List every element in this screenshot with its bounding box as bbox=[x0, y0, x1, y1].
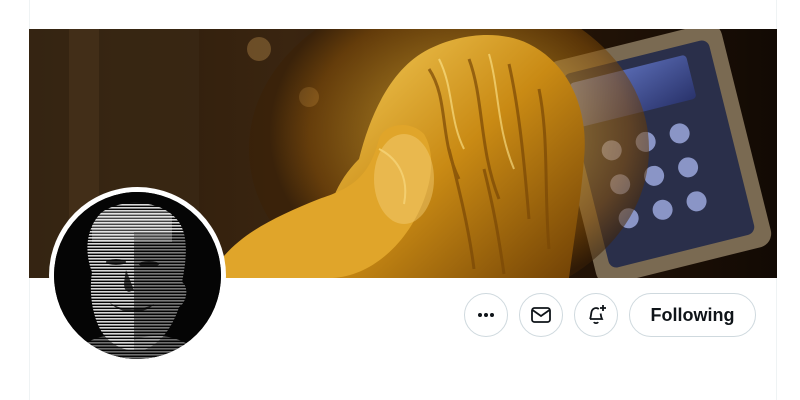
profile-page: Following bbox=[0, 0, 800, 400]
following-button[interactable]: Following bbox=[629, 293, 756, 337]
bell-plus-icon bbox=[584, 303, 608, 327]
more-button[interactable] bbox=[464, 293, 508, 337]
message-button[interactable] bbox=[519, 293, 563, 337]
envelope-icon bbox=[530, 304, 552, 326]
following-label: Following bbox=[650, 304, 735, 325]
avatar-portrait bbox=[54, 192, 221, 359]
more-horizontal-icon bbox=[476, 305, 496, 325]
avatar[interactable] bbox=[54, 192, 221, 359]
notifications-button[interactable] bbox=[574, 293, 618, 337]
